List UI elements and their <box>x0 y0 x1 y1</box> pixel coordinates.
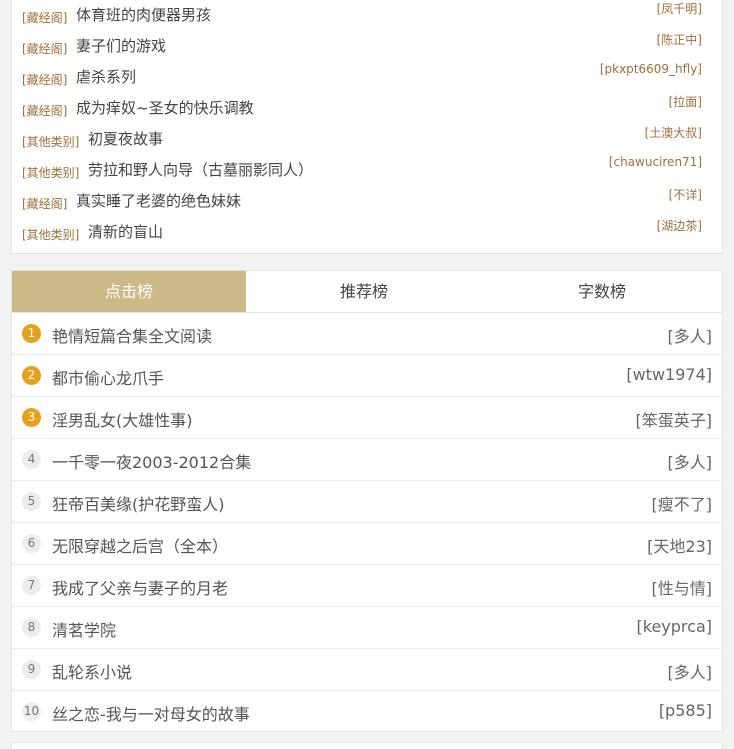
list-item: [其他类别] 清新的盲山 [湖边茶] <box>12 217 722 248</box>
author-label: [多人] <box>667 327 713 346</box>
table-row: 6 无限穿越之后宫（全本） [天地23] <box>12 523 722 565</box>
category-link[interactable]: [藏经阁] <box>22 9 67 26</box>
list-item: [其他类别] 初夏夜故事 [土澳大叔] <box>12 124 722 155</box>
tab-click-rank[interactable]: 点击榜 <box>12 271 246 312</box>
category-link[interactable]: [藏经阁] <box>22 195 67 212</box>
table-row: 8 清茗学院 [keyprca] <box>12 607 722 649</box>
category-link[interactable]: [其他类别] <box>22 133 79 150</box>
table-row: 3 淫男乱女(大雄性事) [笨蛋英子] <box>12 397 722 439</box>
author-label: [湖边茶] <box>656 219 702 233</box>
book-title-link[interactable]: 淫男乱女(大雄性事) <box>52 407 193 431</box>
tab-recommend-rank[interactable]: 推荐榜 <box>246 271 482 312</box>
book-title-link[interactable]: 都市偷心龙爪手 <box>52 365 164 389</box>
author-label: [瘦不了] <box>651 495 713 514</box>
category-link[interactable]: [藏经阁] <box>22 40 67 57</box>
book-title-link[interactable]: 真实睡了老婆的绝色妹妹 <box>76 190 241 211</box>
author-label: [性与情] <box>651 579 713 598</box>
ranking-tabs: 点击榜 推荐榜 字数榜 <box>12 271 722 313</box>
list-item: [藏经阁] 虐杀系列 [pkxpt6609_hfly] <box>12 62 722 93</box>
list-item: [藏经阁] 真实睡了老婆的绝色妹妹 [不详] <box>12 186 722 217</box>
table-row: 9 乱轮系小说 [多人] <box>12 649 722 691</box>
book-title-link[interactable]: 虐杀系列 <box>76 66 136 87</box>
author-label: [keyprca] <box>636 617 712 636</box>
list-item: [其他类别] 劳拉和野人向导（古墓丽影同人） [chawuciren71] <box>12 155 722 186</box>
tab-word-rank[interactable]: 字数榜 <box>482 271 722 312</box>
rank-number: 7 <box>22 576 41 595</box>
author-label: [多人] <box>667 453 713 472</box>
rank-number: 8 <box>22 618 41 637</box>
rank-number: 6 <box>22 534 41 553</box>
author-label: [天地23] <box>647 537 712 556</box>
book-title-link[interactable]: 劳拉和野人向导（古墓丽影同人） <box>88 159 313 180</box>
book-title-link[interactable]: 清茗学院 <box>52 617 116 641</box>
book-title-link[interactable]: 狂帝百美缘(护花野蛮人) <box>52 491 225 515</box>
book-title-link[interactable]: 一千零一夜2003-2012合集 <box>52 449 251 473</box>
rank-number: 3 <box>22 408 41 427</box>
list-item: [藏经阁] 体育班的肉便器男孩 [凤千明] <box>12 0 722 31</box>
author-label: [pkxpt6609_hfly] <box>599 62 702 76</box>
rank-number: 1 <box>22 324 41 343</box>
book-title-link[interactable]: 体育班的肉便器男孩 <box>76 4 211 25</box>
rank-number: 9 <box>22 660 41 679</box>
next-panel <box>11 742 723 749</box>
author-label: [p585] <box>658 701 712 720</box>
author-label: [凤千明] <box>656 2 702 16</box>
book-title-link[interactable]: 丝之恋-我与一对母女的故事 <box>52 701 250 725</box>
category-link[interactable]: [藏经阁] <box>22 102 67 119</box>
table-row: 10 丝之恋-我与一对母女的故事 [p585] <box>12 691 722 733</box>
latest-list-panel: [藏经阁] 体育班的肉便器男孩 [凤千明] [藏经阁] 妻子们的游戏 [陈正中]… <box>11 0 723 254</box>
author-label: [多人] <box>667 663 713 682</box>
book-title-link[interactable]: 无限穿越之后宫（全本） <box>52 533 228 557</box>
table-row: 1 艳情短篇合集全文阅读 [多人] <box>12 313 722 355</box>
table-row: 2 都市偷心龙爪手 [wtw1974] <box>12 355 722 397</box>
category-link[interactable]: [藏经阁] <box>22 71 67 88</box>
author-label: [不详] <box>668 188 702 202</box>
author-label: [拉面] <box>668 95 702 109</box>
book-title-link[interactable]: 妻子们的游戏 <box>76 35 166 56</box>
book-title-link[interactable]: 我成了父亲与妻子的月老 <box>52 575 228 599</box>
ranking-panel: 点击榜 推荐榜 字数榜 1 艳情短篇合集全文阅读 [多人] 2 都市偷心龙爪手 … <box>11 270 723 732</box>
book-title-link[interactable]: 成为痒奴~圣女的快乐调教 <box>76 97 254 118</box>
list-item: [藏经阁] 妻子们的游戏 [陈正中] <box>12 31 722 62</box>
author-label: [陈正中] <box>656 33 702 47</box>
book-title-link[interactable]: 艳情短篇合集全文阅读 <box>52 323 212 347</box>
book-title-link[interactable]: 初夏夜故事 <box>88 128 163 149</box>
table-row: 5 狂帝百美缘(护花野蛮人) [瘦不了] <box>12 481 722 523</box>
table-row: 4 一千零一夜2003-2012合集 [多人] <box>12 439 722 481</box>
author-label: [wtw1974] <box>626 365 712 384</box>
book-title-link[interactable]: 乱轮系小说 <box>52 659 132 683</box>
rank-number: 4 <box>22 450 41 469</box>
list-item: [藏经阁] 成为痒奴~圣女的快乐调教 [拉面] <box>12 93 722 124</box>
author-label: [土澳大叔] <box>644 126 702 140</box>
category-link[interactable]: [其他类别] <box>22 164 79 181</box>
rank-number: 2 <box>22 366 41 385</box>
rank-number: 10 <box>22 702 41 721</box>
category-link[interactable]: [其他类别] <box>22 226 79 243</box>
author-label: [chawuciren71] <box>608 155 702 169</box>
author-label: [笨蛋英子] <box>635 411 713 430</box>
book-title-link[interactable]: 清新的盲山 <box>88 221 163 242</box>
rank-number: 5 <box>22 492 41 511</box>
table-row: 7 我成了父亲与妻子的月老 [性与情] <box>12 565 722 607</box>
